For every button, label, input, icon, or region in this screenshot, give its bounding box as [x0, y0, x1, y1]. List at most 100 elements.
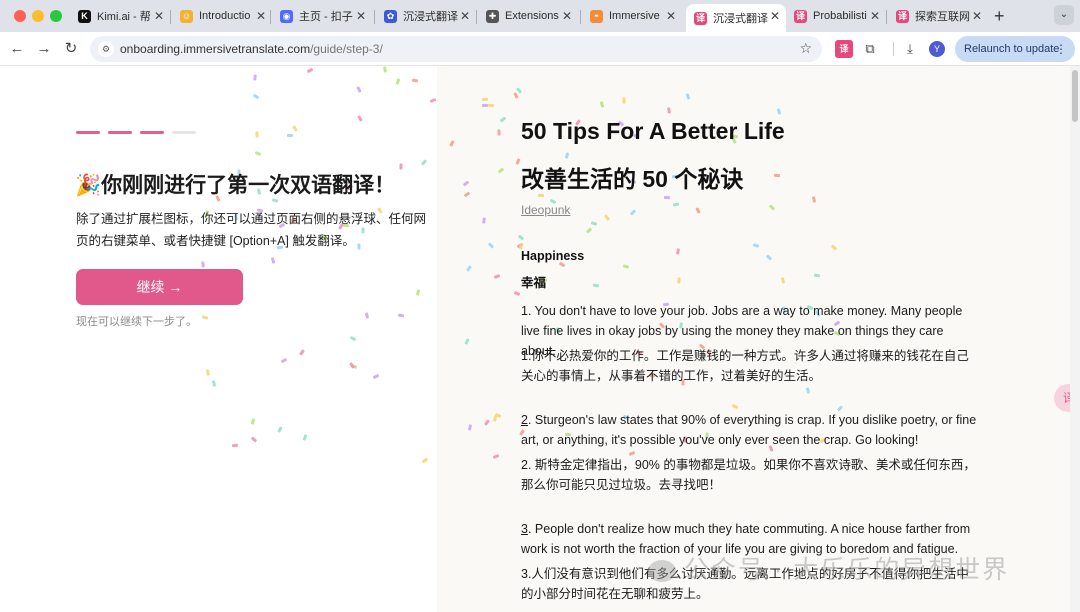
- confetti-piece: [773, 173, 780, 177]
- tab-close-icon[interactable]: ✕: [562, 9, 572, 23]
- tab-search-icon[interactable]: ⌄: [1054, 5, 1074, 25]
- tab-separator: [270, 10, 271, 24]
- step-complete: [108, 131, 132, 134]
- tab-title: 沉浸式翻译: [403, 11, 458, 23]
- article-title-translation: 改善生活的 50 个秘诀: [521, 166, 744, 192]
- confetti-piece: [813, 273, 821, 278]
- confetti-piece: [497, 129, 501, 136]
- confetti-piece: [211, 380, 216, 388]
- confetti-piece: [382, 66, 387, 73]
- continue-button[interactable]: 继续 →: [76, 269, 243, 305]
- onboarding-heading: 🎉你刚刚进行了第一次双语翻译！: [75, 174, 396, 197]
- confetti-piece: [364, 312, 369, 319]
- browser-tab[interactable]: ✿ 沉浸式翻译 ✕: [376, 4, 476, 28]
- browser-toolbar: ← → ↻ ⚙ onboarding.immersivetranslate.co…: [0, 32, 1080, 66]
- paragraph-2: 2. Sturgeon's law states that 90% of eve…: [521, 413, 977, 447]
- browser-tab[interactable]: 译探索互联网 ✕: [888, 4, 988, 28]
- tab-close-icon[interactable]: ✕: [460, 9, 470, 23]
- site-info-icon[interactable]: ⚙: [98, 41, 114, 57]
- address-bar[interactable]: ⚙ onboarding.immersivetranslate.com/guid…: [90, 36, 822, 62]
- party-popper-icon: 🎉: [75, 174, 102, 197]
- browser-tab[interactable]: 译 Probabilisti ✕: [786, 4, 886, 28]
- new-tab-button[interactable]: +: [994, 6, 1005, 27]
- minimize-window-button[interactable]: [32, 10, 44, 22]
- paragraph-2-translation: 2. 斯特金定律指出，90% 的事物都是垃圾。如果你不喜欢诗歌、美术或任何东西，…: [521, 458, 976, 492]
- step-complete: [76, 131, 100, 134]
- tab-strip: K Kimi.ai - 帮 ✕ ☺ Introductio ✕ ◉ 主页 - 扣子 ✕ ✿ 沉浸式翻…: [0, 0, 1080, 32]
- tab-separator: [476, 10, 477, 24]
- browser-tab[interactable]: K Kimi.ai - 帮 ✕: [70, 4, 170, 28]
- tab-separator: [170, 10, 171, 24]
- tab-favicon-icon: K: [78, 9, 91, 23]
- browser-tab[interactable]: ◓ Immersive ✕: [582, 4, 682, 28]
- confetti-piece: [675, 248, 680, 256]
- bookmark-star-icon[interactable]: ☆: [799, 40, 812, 57]
- onboarding-panel: [0, 66, 437, 612]
- scrollbar-thumb[interactable]: [1072, 70, 1078, 122]
- tab-close-icon[interactable]: ✕: [666, 9, 676, 23]
- tab-close-icon[interactable]: ✕: [770, 9, 780, 23]
- tab-separator: [374, 10, 375, 24]
- confetti-piece: [399, 163, 403, 170]
- extensions-puzzle-icon[interactable]: ⧉: [861, 40, 879, 58]
- reload-icon[interactable]: ↻: [61, 39, 81, 59]
- browser-tab[interactable]: ✚ Extensions ✕: [478, 4, 578, 28]
- step-complete: [140, 131, 164, 134]
- step-pending: [172, 131, 196, 134]
- tab-title: Kimi.ai - 帮: [97, 11, 151, 23]
- tab-favicon-icon: ✚: [486, 9, 499, 23]
- tab-separator: [580, 10, 581, 24]
- paragraph-3-number-link[interactable]: 3: [521, 522, 528, 536]
- tab-close-icon[interactable]: ✕: [154, 9, 164, 23]
- section-heading: Happiness: [521, 249, 585, 263]
- tab-title: 主页 - 扣子: [299, 11, 353, 23]
- tab-close-icon[interactable]: ✕: [256, 9, 266, 23]
- tab-separator: [886, 10, 887, 24]
- immersive-translate-extension-icon[interactable]: 译: [835, 40, 853, 58]
- article-title: 50 Tips For A Better Life: [521, 118, 785, 144]
- confetti-piece: [482, 103, 489, 107]
- step-progress-indicator: [76, 131, 196, 134]
- article-author-link[interactable]: Ideopunk: [521, 203, 570, 217]
- page-scrollbar[interactable]: [1070, 66, 1080, 612]
- url-text[interactable]: onboarding.immersivetranslate.com/guide/…: [120, 42, 383, 56]
- tab-favicon-icon: ☺: [180, 9, 193, 23]
- forward-arrow-icon[interactable]: →: [34, 39, 54, 59]
- tab-favicon-icon: ◓: [590, 9, 603, 23]
- confetti-piece: [622, 97, 626, 104]
- confetti-piece: [676, 277, 681, 284]
- browser-tab[interactable]: ◉ 主页 - 扣子 ✕: [272, 4, 372, 28]
- browser-tab[interactable]: ☺ Introductio ✕: [172, 4, 272, 28]
- tab-title: Introductio: [199, 10, 251, 22]
- tab-title: Probabilisti: [813, 10, 867, 22]
- tab-favicon-icon: 译: [896, 9, 909, 23]
- browser-tab[interactable]: 译沉浸式翻译 ✕: [686, 4, 786, 32]
- watermark: 公众号 · 大乐乐的异想世界: [648, 550, 1009, 586]
- tab-close-icon[interactable]: ✕: [356, 9, 366, 23]
- tab-close-icon[interactable]: ✕: [972, 9, 982, 23]
- confetti-piece: [667, 107, 671, 114]
- tab-favicon-icon: ✿: [384, 9, 397, 23]
- paragraph-1-translation: 1.你不必热爱你的工作。工作是赚钱的一种方式。许多人通过将赚来的钱花在自己关心的…: [521, 349, 969, 383]
- toolbar-divider: [893, 42, 894, 56]
- tab-favicon-icon: ◉: [280, 9, 293, 23]
- back-arrow-icon[interactable]: ←: [7, 39, 27, 59]
- onboarding-description: 除了通过扩展栏图标，你还可以通过页面右侧的悬浮球、任何网页的右键菜单、或者快捷键…: [76, 212, 427, 248]
- confetti-piece: [231, 443, 239, 447]
- maximize-window-button[interactable]: [50, 10, 62, 22]
- tab-title: 探索互联网: [915, 11, 970, 23]
- tab-title: Immersive: [609, 10, 660, 22]
- paragraph-2-number-link[interactable]: 2: [521, 413, 528, 427]
- tab-favicon-icon: 译: [694, 11, 707, 25]
- tab-close-icon[interactable]: ✕: [870, 9, 880, 23]
- confetti-piece: [663, 195, 671, 200]
- confetti-piece: [537, 193, 544, 198]
- download-icon[interactable]: ⤓: [901, 40, 919, 58]
- tab-title: Extensions: [505, 10, 559, 22]
- more-menu-icon[interactable]: ⋮: [1055, 36, 1067, 62]
- page-viewport: 🎉你刚刚进行了第一次双语翻译！ 除了通过扩展栏图标，你还可以通过页面右侧的悬浮球…: [0, 66, 1080, 612]
- onboarding-hint: 现在可以继续下一步了。: [76, 316, 197, 328]
- relaunch-to-update-button[interactable]: Relaunch to update ⋮: [955, 36, 1075, 62]
- profile-avatar[interactable]: Y: [929, 41, 945, 57]
- close-window-button[interactable]: [14, 10, 26, 22]
